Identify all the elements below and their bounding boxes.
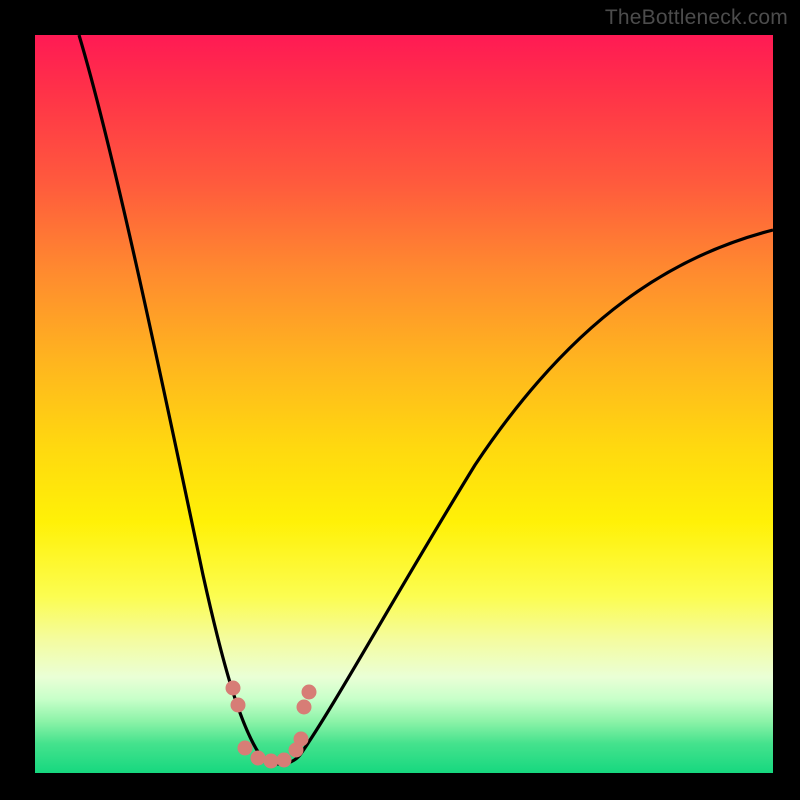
valley-markers bbox=[226, 681, 316, 768]
curve-left-arm bbox=[79, 35, 260, 755]
outer-frame: TheBottleneck.com bbox=[0, 0, 800, 800]
bottleneck-curve bbox=[35, 35, 773, 773]
curve-right-arm bbox=[300, 230, 773, 755]
watermark-text: TheBottleneck.com bbox=[605, 6, 788, 30]
plot-area bbox=[35, 35, 773, 773]
